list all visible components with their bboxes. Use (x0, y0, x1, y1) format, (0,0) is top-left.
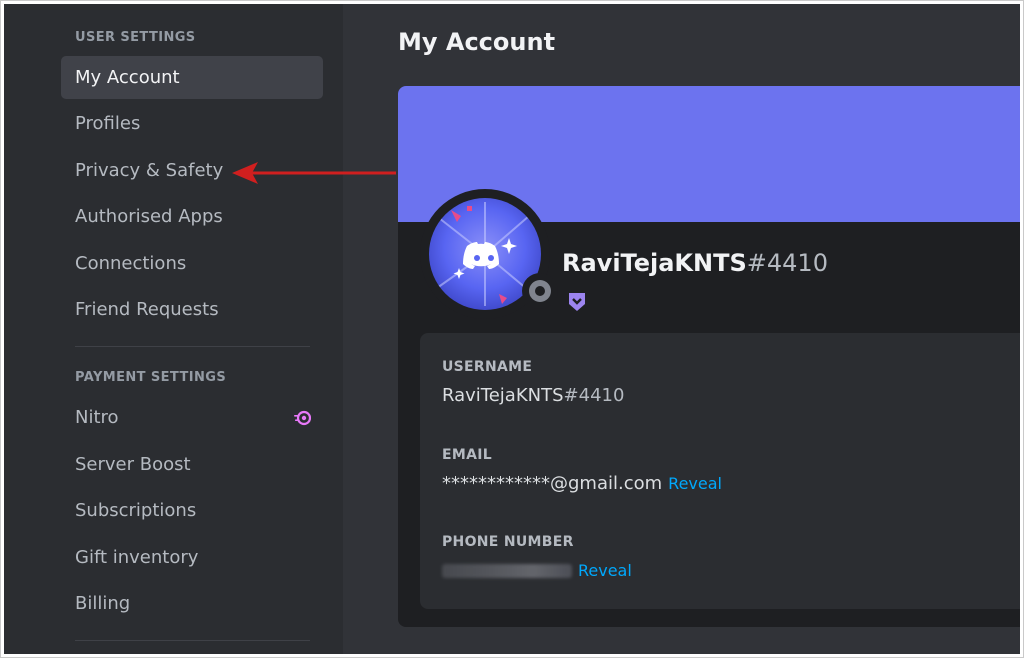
red-arrow-icon (232, 162, 396, 184)
sidebar-item-billing[interactable]: Billing (61, 582, 323, 625)
payment-settings-header: PAYMENT SETTINGS (75, 370, 227, 385)
phone-value: Reveal (442, 560, 632, 581)
sidebar-item-my-account[interactable]: My Account (61, 56, 323, 99)
sidebar-item-nitro[interactable]: Nitro (61, 396, 323, 439)
sidebar-item-profiles[interactable]: Profiles (61, 102, 323, 145)
sidebar-item-subscriptions[interactable]: Subscriptions (61, 489, 323, 532)
sidebar-divider (75, 640, 310, 641)
phone-redacted (442, 564, 572, 578)
sidebar-item-server-boost[interactable]: Server Boost (61, 443, 323, 486)
username-label: USERNAME (442, 359, 533, 375)
email-label: EMAIL (442, 447, 492, 463)
phone-reveal-link[interactable]: Reveal (578, 561, 632, 580)
avatar[interactable] (420, 189, 558, 319)
phone-label: PHONE NUMBER (442, 534, 574, 550)
sidebar-item-gift-inventory[interactable]: Gift inventory (61, 536, 323, 579)
status-indicator-offline (522, 273, 558, 309)
settings-sidebar: USER SETTINGS My Account Profiles Privac… (4, 4, 343, 654)
sidebar-item-friend-requests[interactable]: Friend Requests (61, 288, 323, 331)
settings-window: USER SETTINGS My Account Profiles Privac… (4, 4, 1020, 654)
page-title: My Account (398, 28, 556, 56)
profile-username: RaviTejaKNTS (562, 249, 747, 277)
email-value: ************@gmail.com Reveal (442, 473, 722, 494)
account-info-panel: USERNAME RaviTejaKNTS#4410 EMAIL *******… (420, 333, 1020, 609)
sidebar-divider (75, 346, 310, 347)
profile-discriminator: #4410 (746, 249, 828, 277)
sidebar-item-authorised-apps[interactable]: Authorised Apps (61, 195, 323, 238)
sidebar-item-label: Nitro (75, 407, 119, 428)
username-value: RaviTejaKNTS#4410 (442, 385, 625, 406)
user-settings-header: USER SETTINGS (75, 30, 196, 45)
email-reveal-link[interactable]: Reveal (668, 474, 722, 493)
nitro-icon (294, 410, 311, 426)
profile-display-name: RaviTejaKNTS#4410 (562, 249, 828, 277)
sidebar-item-connections[interactable]: Connections (61, 242, 323, 285)
account-profile-card: RaviTejaKNTS#4410 USERNAME RaviTejaKNTS#… (398, 86, 1020, 627)
hypesquad-badge-icon[interactable] (568, 292, 586, 312)
